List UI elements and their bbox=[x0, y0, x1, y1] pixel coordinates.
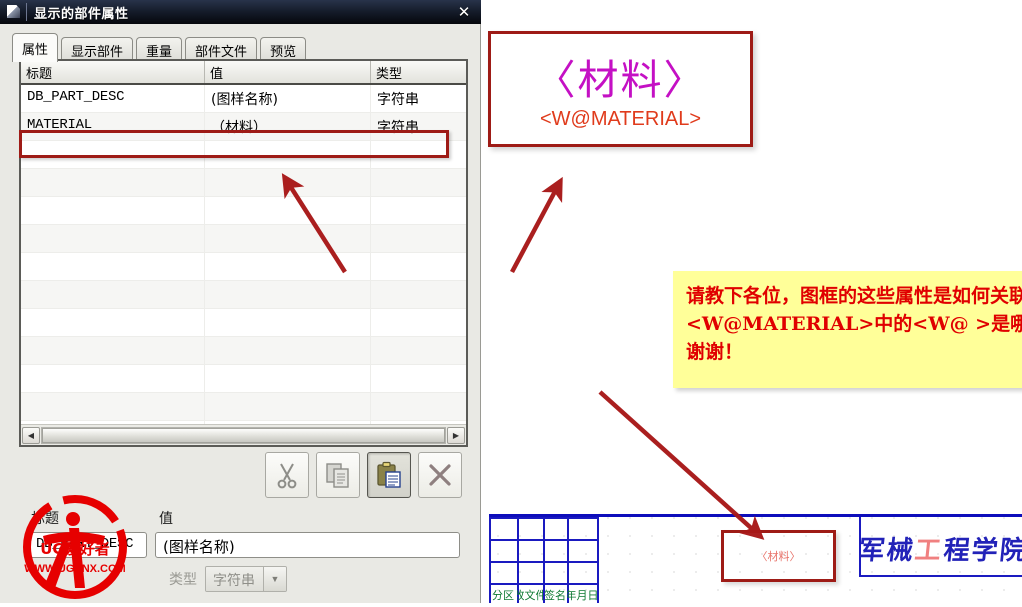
cad-label-date: 年月日 bbox=[567, 589, 597, 602]
cad-label-sign: 签名 bbox=[544, 589, 566, 602]
table-row[interactable] bbox=[21, 393, 466, 421]
scrollbar-track[interactable] bbox=[41, 426, 446, 444]
property-list[interactable]: 标题 值 类型 DB_PART_DESC (图样名称) 字符串 MATERIAL… bbox=[19, 59, 468, 447]
column-header-title[interactable]: 标题 bbox=[21, 61, 205, 83]
delete-icon bbox=[429, 464, 451, 486]
horizontal-scrollbar[interactable]: ◀ ▶ bbox=[21, 424, 466, 445]
table-row[interactable] bbox=[21, 225, 466, 253]
table-row[interactable] bbox=[21, 169, 466, 197]
chevron-down-icon[interactable]: ▼ bbox=[263, 567, 286, 591]
logo-char-5: 院 bbox=[997, 535, 1022, 566]
table-row[interactable] bbox=[21, 197, 466, 225]
scrollbar-thumb[interactable] bbox=[42, 427, 445, 443]
editor-title-label: 标题 bbox=[31, 511, 59, 527]
logo-char-0: 军 bbox=[857, 535, 887, 566]
cad-material-text: 〈材料〉 bbox=[756, 550, 801, 563]
copy-button[interactable] bbox=[316, 452, 360, 498]
window-icon bbox=[0, 0, 26, 24]
cad-title-block: 分区 更改文件号 签名 年月日 〈材料〉 军 械 工 程 学 院 bbox=[481, 505, 1022, 603]
cad-label-docno: 更改文件号 bbox=[517, 589, 543, 602]
column-header-value[interactable]: 值 bbox=[205, 61, 371, 83]
cad-material-cell[interactable]: 〈材料〉 bbox=[721, 530, 836, 582]
table-row[interactable]: DB_PART_DESC (图样名称) 字符串 bbox=[21, 85, 466, 113]
property-editor: 标题 值 DB_PART_DESC (图样名称) 类型 字符串 ▼ bbox=[19, 500, 469, 595]
logo-char-1: 械 bbox=[885, 535, 915, 566]
cad-label-zone: 分区 bbox=[492, 589, 514, 602]
paste-icon bbox=[377, 461, 401, 488]
annotation-note: 请教下各位，图框的这些属性是如何关联的？ <W@MATERIAL>中的<W@ >… bbox=[673, 271, 1022, 388]
tab-strip: 属性 显示部件 重量 部件文件 预览 bbox=[12, 32, 467, 62]
type-dropdown[interactable]: 字符串 ▼ bbox=[205, 566, 287, 592]
tab-properties[interactable]: 属性 bbox=[12, 33, 59, 62]
titlebar-divider bbox=[26, 3, 27, 21]
cell-type: 字符串 bbox=[377, 92, 419, 108]
material-preview-box: 〈材料〉 <W@MATERIAL> bbox=[488, 31, 753, 147]
table-row[interactable] bbox=[21, 309, 466, 337]
cad-column-labels: 分区 更改文件号 签名 年月日 bbox=[489, 583, 609, 603]
note-line-3: 谢谢！ bbox=[686, 341, 744, 363]
material-cjk-text: 〈材料〉 bbox=[534, 56, 707, 104]
cut-icon bbox=[277, 463, 297, 489]
logo-char-2: 工 bbox=[913, 535, 943, 566]
cut-button[interactable] bbox=[265, 452, 309, 498]
scroll-left-icon[interactable]: ◀ bbox=[22, 426, 40, 444]
cell-title: DB_PART_DESC bbox=[21, 85, 205, 112]
dialog-titlebar: 显示的部件属性 ✕ bbox=[0, 0, 481, 24]
dialog-title: 显示的部件属性 bbox=[34, 6, 129, 22]
table-row[interactable] bbox=[21, 253, 466, 281]
close-icon[interactable]: ✕ bbox=[447, 0, 481, 24]
material-tag-text: <W@MATERIAL> bbox=[539, 108, 702, 130]
logo-char-3: 程 bbox=[941, 535, 971, 566]
table-row[interactable] bbox=[21, 281, 466, 309]
title-field[interactable]: DB_PART_DESC bbox=[29, 532, 147, 558]
type-dropdown-value: 字符串 bbox=[206, 567, 263, 591]
table-row[interactable] bbox=[21, 365, 466, 393]
logo-char-4: 学 bbox=[969, 535, 999, 566]
property-list-header: 标题 值 类型 bbox=[21, 61, 466, 85]
column-header-type[interactable]: 类型 bbox=[371, 61, 466, 83]
cad-institution-logo: 军 械 工 程 学 院 bbox=[858, 523, 1022, 573]
cad-horizontal-divider bbox=[859, 575, 1022, 577]
selected-row-highlight bbox=[19, 130, 449, 158]
type-label: 类型 bbox=[169, 572, 197, 588]
cell-value: (图样名称) bbox=[205, 85, 371, 112]
copy-icon bbox=[326, 463, 349, 488]
delete-button[interactable] bbox=[418, 452, 462, 498]
table-row[interactable] bbox=[21, 337, 466, 365]
scroll-right-icon[interactable]: ▶ bbox=[447, 426, 465, 444]
paste-button[interactable] bbox=[367, 452, 411, 498]
type-row: 类型 字符串 ▼ bbox=[169, 566, 287, 592]
clipboard-toolbar bbox=[265, 452, 465, 498]
value-field[interactable]: (图样名称) bbox=[155, 532, 460, 558]
note-line-1: 请教下各位，图框的这些属性是如何关联的？ bbox=[686, 285, 1022, 307]
editor-value-label: 值 bbox=[159, 511, 173, 527]
part-attributes-dialog: 显示的部件属性 ✕ 属性 显示部件 重量 部件文件 预览 标题 值 类型 DB_… bbox=[0, 0, 481, 603]
note-line-2: <W@MATERIAL>中的<W@ >是哪里的符号？ bbox=[686, 313, 1022, 335]
